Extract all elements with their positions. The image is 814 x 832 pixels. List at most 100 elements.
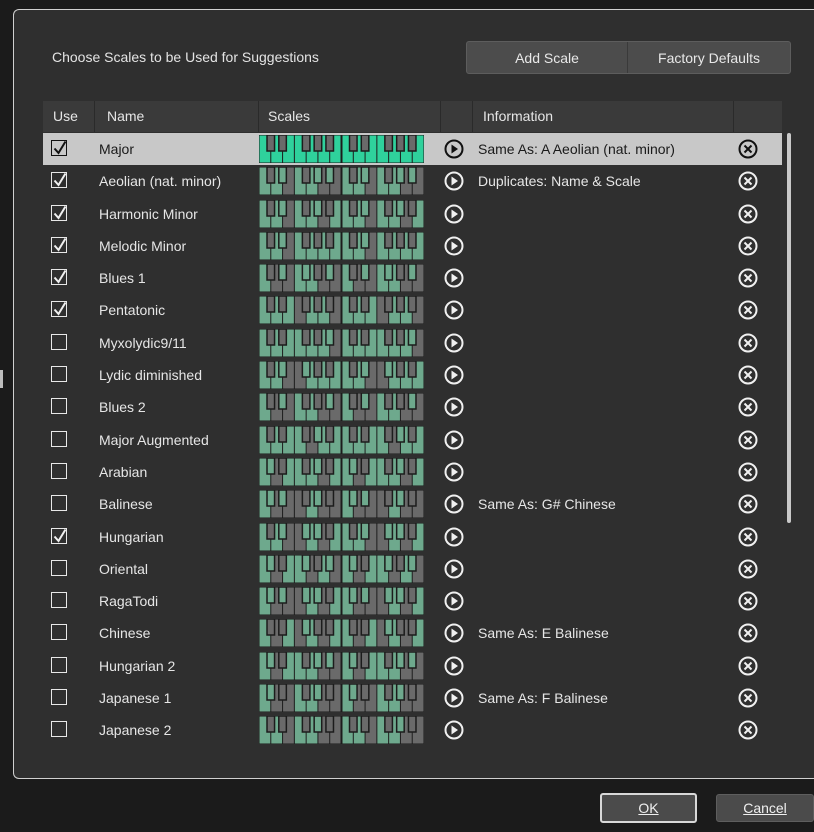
delete-icon[interactable] — [737, 138, 759, 160]
play-icon[interactable] — [443, 396, 465, 418]
play-icon[interactable] — [443, 170, 465, 192]
scale-keyboard[interactable] — [259, 716, 424, 745]
delete-icon[interactable] — [737, 170, 759, 192]
play-icon[interactable] — [443, 719, 465, 741]
play-icon[interactable] — [443, 558, 465, 580]
scale-name[interactable]: Major Augmented — [99, 424, 209, 456]
column-divider[interactable] — [258, 101, 259, 132]
play-icon[interactable] — [443, 590, 465, 612]
delete-icon[interactable] — [737, 299, 759, 321]
scale-keyboard[interactable] — [259, 199, 424, 228]
scale-keyboard[interactable] — [259, 361, 424, 390]
play-icon[interactable] — [443, 429, 465, 451]
use-checkbox[interactable] — [51, 301, 67, 318]
use-checkbox[interactable] — [51, 495, 67, 512]
table-row[interactable]: RagaTodi — [43, 585, 782, 617]
use-checkbox[interactable] — [51, 269, 67, 286]
table-row[interactable]: Balinese Same As: G# Chinese — [43, 488, 782, 520]
delete-icon[interactable] — [737, 461, 759, 483]
delete-icon[interactable] — [737, 332, 759, 354]
scale-keyboard[interactable] — [259, 490, 424, 519]
table-row[interactable]: Oriental — [43, 553, 782, 585]
table-row[interactable]: Aeolian (nat. minor) Duplicates: Name & S… — [43, 165, 782, 197]
use-checkbox[interactable] — [51, 624, 67, 641]
scale-name[interactable]: Japanese 2 — [99, 714, 171, 746]
column-header-name[interactable]: Name — [107, 101, 144, 132]
scale-keyboard[interactable] — [259, 457, 424, 486]
scale-keyboard[interactable] — [259, 522, 424, 551]
play-icon[interactable] — [443, 493, 465, 515]
play-icon[interactable] — [443, 203, 465, 225]
table-row[interactable]: Major Augmented — [43, 424, 782, 456]
column-divider[interactable] — [472, 101, 473, 132]
table-row[interactable]: Melodic Minor — [43, 230, 782, 262]
use-checkbox[interactable] — [51, 527, 67, 544]
scale-name[interactable]: Chinese — [99, 617, 150, 649]
scale-name[interactable]: Pentatonic — [99, 294, 165, 326]
scale-name[interactable]: Lydic diminished — [99, 359, 202, 391]
scale-keyboard[interactable] — [259, 167, 424, 196]
table-row[interactable]: Blues 1 — [43, 262, 782, 294]
play-icon[interactable] — [443, 299, 465, 321]
table-row[interactable]: Pentatonic — [43, 294, 782, 326]
delete-icon[interactable] — [737, 235, 759, 257]
table-row[interactable]: Lydic diminished — [43, 359, 782, 391]
cancel-button[interactable]: Cancel — [716, 794, 814, 822]
scale-keyboard[interactable] — [259, 264, 424, 293]
use-checkbox[interactable] — [51, 140, 67, 156]
use-checkbox[interactable] — [51, 656, 67, 673]
column-divider[interactable] — [440, 101, 441, 132]
delete-icon[interactable] — [737, 364, 759, 386]
use-checkbox[interactable] — [51, 204, 67, 221]
factory-defaults-button[interactable]: Factory Defaults — [627, 42, 790, 73]
table-row[interactable]: Japanese 1 Same As: F Balinese — [43, 682, 782, 714]
use-checkbox[interactable] — [51, 430, 67, 447]
scale-keyboard[interactable] — [259, 296, 424, 325]
play-icon[interactable] — [443, 267, 465, 289]
delete-icon[interactable] — [737, 429, 759, 451]
scale-name[interactable]: Harmonic Minor — [99, 198, 198, 230]
vertical-scrollbar-thumb[interactable] — [787, 133, 791, 523]
scale-keyboard[interactable] — [259, 135, 424, 163]
delete-icon[interactable] — [737, 493, 759, 515]
play-icon[interactable] — [443, 364, 465, 386]
use-checkbox[interactable] — [51, 398, 67, 415]
delete-icon[interactable] — [737, 396, 759, 418]
delete-icon[interactable] — [737, 719, 759, 741]
play-icon[interactable] — [443, 526, 465, 548]
scale-keyboard[interactable] — [259, 684, 424, 713]
use-checkbox[interactable] — [51, 366, 67, 383]
scale-name[interactable]: Melodic Minor — [99, 230, 186, 262]
column-divider[interactable] — [733, 101, 734, 132]
table-row[interactable]: Japanese 2 — [43, 714, 782, 746]
column-header-use[interactable]: Use — [53, 101, 78, 132]
scale-name[interactable]: RagaTodi — [99, 585, 158, 617]
scale-name[interactable]: Blues 2 — [99, 391, 146, 423]
scale-name[interactable]: Blues 1 — [99, 262, 146, 294]
delete-icon[interactable] — [737, 622, 759, 644]
column-divider[interactable] — [94, 101, 95, 132]
table-row[interactable]: Blues 2 — [43, 391, 782, 423]
delete-icon[interactable] — [737, 267, 759, 289]
scale-name[interactable]: Balinese — [99, 488, 153, 520]
table-row[interactable]: Chinese Same As: E Balinese — [43, 617, 782, 649]
use-checkbox[interactable] — [51, 689, 67, 706]
table-row[interactable]: Arabian — [43, 456, 782, 488]
scale-name[interactable]: Japanese 1 — [99, 682, 171, 714]
use-checkbox[interactable] — [51, 333, 67, 350]
column-header-information[interactable]: Information — [483, 101, 553, 132]
play-icon[interactable] — [443, 687, 465, 709]
scale-keyboard[interactable] — [259, 554, 424, 583]
scale-name[interactable]: Hungarian 2 — [99, 650, 175, 682]
scale-name[interactable]: Hungarian — [99, 521, 164, 553]
scale-keyboard[interactable] — [259, 425, 424, 454]
scale-keyboard[interactable] — [259, 393, 424, 422]
scale-name[interactable]: Aeolian (nat. minor) — [99, 165, 221, 197]
scale-name[interactable]: Arabian — [99, 456, 147, 488]
table-row[interactable]: Harmonic Minor — [43, 198, 782, 230]
use-checkbox[interactable] — [51, 721, 67, 738]
ok-button[interactable]: OK — [600, 793, 697, 823]
play-icon[interactable] — [443, 332, 465, 354]
scale-keyboard[interactable] — [259, 328, 424, 357]
table-row[interactable]: Myxolydic9/11 — [43, 327, 782, 359]
